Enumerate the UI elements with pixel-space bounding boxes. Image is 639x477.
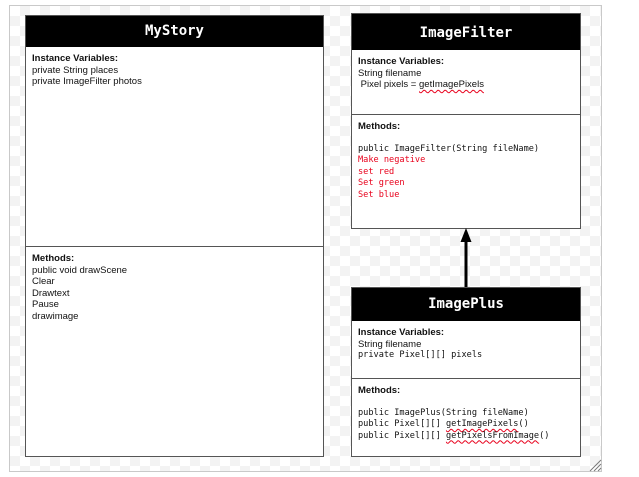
instance-variables-section: Instance Variables: String filename Pixe… [352,50,580,114]
method-suffix: () [539,430,550,441]
methods-section: Methods: public ImageFilter(String fileN… [352,114,580,228]
class-imageplus[interactable]: ImagePlus Instance Variables: String fil… [351,287,581,457]
instance-variables-section: Instance Variables: private String place… [26,47,323,246]
method: public ImagePlus(String fileName) [358,407,529,418]
methods-section: Methods: public void drawScene Clear Dra… [26,246,323,456]
section-title: Instance Variables: [358,56,445,67]
section-title: Instance Variables: [358,327,445,338]
method: Clear [32,276,55,287]
section-title: Methods: [358,385,401,396]
variable: String filename [358,338,422,350]
variable: private String places [32,64,119,76]
arrow-head [460,228,472,242]
section-title: Instance Variables: [32,53,119,64]
variable: private Pixel[][] pixels [358,350,483,360]
method: Set green [358,178,405,188]
method: set red [358,166,395,177]
section-title: Methods: [32,253,75,264]
class-imagefilter[interactable]: ImageFilter Instance Variables: String f… [351,13,581,229]
method-prefix: public Pixel[][] [358,419,446,429]
method-prefix: public Pixel[][] [358,430,446,441]
class-title: MyStory [26,16,323,47]
method: public void drawScene [32,264,128,276]
method: public Pixel[][] getPixelsFromImage() [358,431,574,443]
method: public Pixel[][] getImagePixels() [358,419,574,431]
resize-grip-icon[interactable] [588,458,602,472]
variable-prefix: Pixel pixels = [358,79,419,90]
class-title: ImageFilter [352,14,580,50]
method: drawimage [32,310,79,322]
spellcheck-word: getImagePixels [419,79,484,90]
method: public ImageFilter(String fileName) [358,143,540,154]
variable: String filename [358,67,422,79]
variable: private ImageFilter photos [32,76,142,87]
methods-section: Methods: public ImagePlus(String fileNam… [352,378,580,456]
spellcheck-word: getPixelsFromImage [445,430,540,441]
instance-variables-section: Instance Variables: String filename priv… [352,321,580,378]
method-suffix: () [518,419,529,429]
method: Set blue [358,189,400,200]
spellcheck-word: getImagePixels [445,419,519,429]
method: Drawtext [32,287,70,299]
inheritance-arrow[interactable] [455,226,477,290]
variable: Pixel pixels = getImagePixels [358,79,574,91]
method: Pause [32,299,59,310]
method: Make negative [358,155,426,165]
class-title: ImagePlus [352,288,580,321]
section-title: Methods: [358,121,401,132]
class-mystory[interactable]: MyStory Instance Variables: private Stri… [25,15,324,457]
